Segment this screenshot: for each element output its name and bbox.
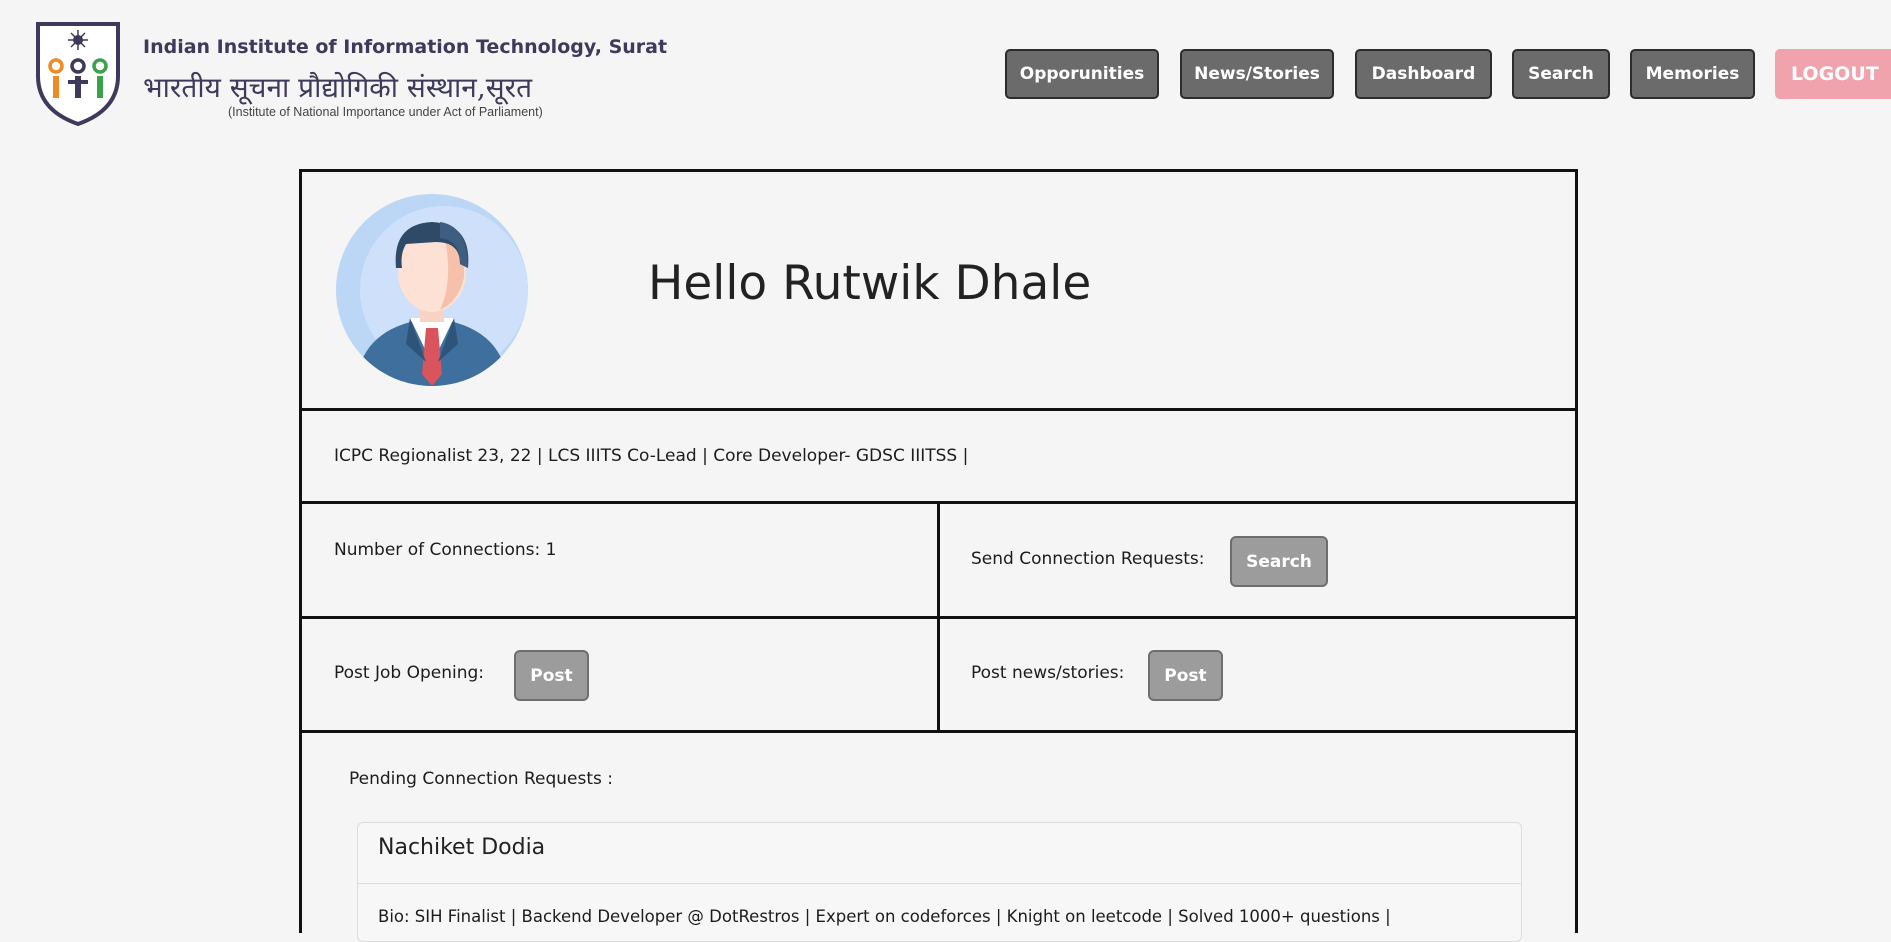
profile-bio: ICPC Regionalist 23, 22 | LCS IIITS Co-L…	[334, 446, 969, 466]
search-connections-button[interactable]: Search	[1230, 536, 1328, 587]
divider	[302, 408, 1575, 411]
institute-subtitle: (Institute of National Importance under …	[228, 105, 543, 119]
nav-memories-button[interactable]: Memories	[1630, 49, 1755, 99]
logout-button[interactable]: LOGOUT	[1775, 49, 1891, 99]
divider	[302, 730, 1575, 733]
request-sender-name: Nachiket Dodia	[378, 835, 546, 860]
profile-greeting: Hello Rutwik Dhale	[648, 256, 1092, 311]
institute-name-english: Indian Institute of Information Technolo…	[143, 36, 668, 58]
nav-search-button[interactable]: Search	[1512, 49, 1610, 99]
nav-news-stories-button[interactable]: News/Stories	[1180, 49, 1334, 99]
pending-requests-heading: Pending Connection Requests :	[349, 769, 613, 789]
divider	[302, 616, 1575, 619]
institute-name-hindi: भारतीय सूचना प्रौद्योगिकी संस्थान,सूरत	[143, 71, 533, 104]
nav-opportunities-button[interactable]: Opporunities	[1005, 49, 1159, 99]
post-news-button[interactable]: Post	[1148, 650, 1223, 701]
institute-logo-icon	[36, 22, 120, 127]
site-header: Indian Institute of Information Technolo…	[0, 0, 1891, 150]
post-job-button[interactable]: Post	[514, 650, 589, 701]
divider	[358, 883, 1521, 884]
nav-dashboard-button[interactable]: Dashboard	[1355, 49, 1492, 99]
request-sender-bio: Bio: SIH Finalist | Backend Developer @ …	[378, 907, 1391, 926]
connections-count: Number of Connections: 1	[334, 540, 557, 560]
pending-request-card[interactable]: Nachiket Dodia Bio: SIH Finalist | Backe…	[357, 822, 1522, 942]
user-avatar-icon	[336, 194, 528, 386]
send-connection-requests-label: Send Connection Requests:	[971, 549, 1205, 569]
profile-card: Hello Rutwik Dhale ICPC Regionalist 23, …	[299, 169, 1578, 942]
post-news-label: Post news/stories:	[971, 663, 1125, 683]
post-job-label: Post Job Opening:	[334, 663, 485, 683]
